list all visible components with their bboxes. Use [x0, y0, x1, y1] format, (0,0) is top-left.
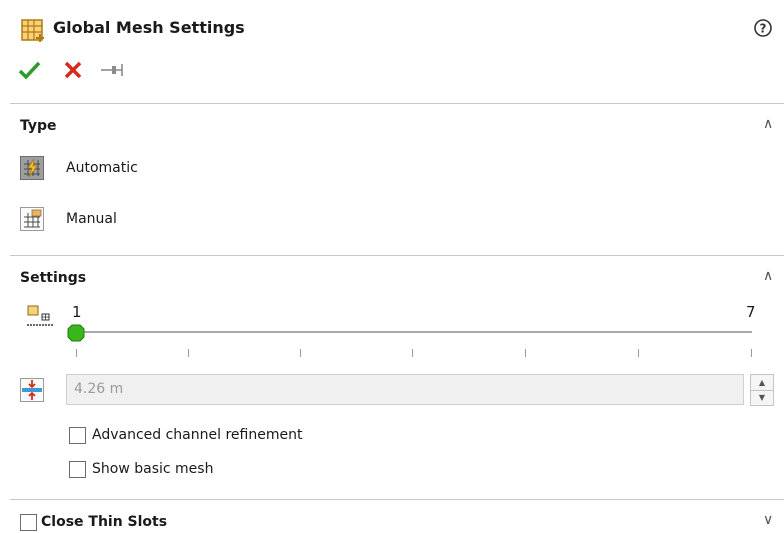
expand-chevron-icon[interactable]: ∨ — [763, 512, 773, 528]
stepper-down-icon[interactable]: ▼ — [751, 390, 773, 405]
slider-min-label: 1 — [72, 303, 82, 321]
advanced-channel-refinement-label[interactable]: Advanced channel refinement — [92, 427, 302, 443]
mesh-settings-icon — [20, 18, 46, 42]
divider — [10, 499, 784, 500]
slider-ticks — [0, 349, 784, 357]
slider-max-label: 7 — [746, 303, 756, 321]
close-thin-slots-checkbox[interactable] — [20, 514, 37, 531]
advanced-channel-refinement-checkbox[interactable] — [69, 427, 86, 444]
manual-mesh-icon[interactable] — [20, 207, 44, 231]
min-gap-stepper[interactable]: ▲ ▼ — [750, 374, 774, 406]
type-section-title: Type — [20, 118, 57, 134]
pin-icon[interactable] — [100, 62, 124, 78]
slider-thumb[interactable] — [67, 324, 85, 342]
settings-section-title: Settings — [20, 270, 87, 286]
show-basic-mesh-label[interactable]: Show basic mesh — [92, 461, 213, 477]
svg-text:?: ? — [760, 22, 767, 36]
close-thin-slots-label[interactable]: Close Thin Slots — [41, 514, 167, 530]
slider-track[interactable] — [68, 331, 752, 333]
show-basic-mesh-checkbox[interactable] — [69, 461, 86, 478]
manual-option-label[interactable]: Manual — [66, 211, 117, 227]
stepper-up-icon[interactable]: ▲ — [751, 375, 773, 391]
divider — [10, 255, 784, 256]
min-gap-value: 4.26 m — [74, 381, 124, 397]
page-title: Global Mesh Settings — [53, 18, 245, 37]
automatic-mesh-icon[interactable] — [20, 156, 44, 180]
collapse-chevron-icon[interactable]: ∧ — [763, 268, 773, 284]
minimum-gap-size-icon — [20, 378, 44, 402]
cancel-x-icon[interactable] — [62, 59, 84, 81]
ok-check-icon[interactable] — [18, 58, 42, 82]
min-gap-input[interactable]: 4.26 m — [66, 374, 744, 405]
divider — [10, 103, 784, 104]
collapse-chevron-icon[interactable]: ∧ — [763, 116, 773, 132]
level-of-initial-mesh-icon — [26, 304, 56, 328]
help-icon[interactable]: ? — [753, 18, 773, 38]
automatic-option-label[interactable]: Automatic — [66, 160, 138, 176]
